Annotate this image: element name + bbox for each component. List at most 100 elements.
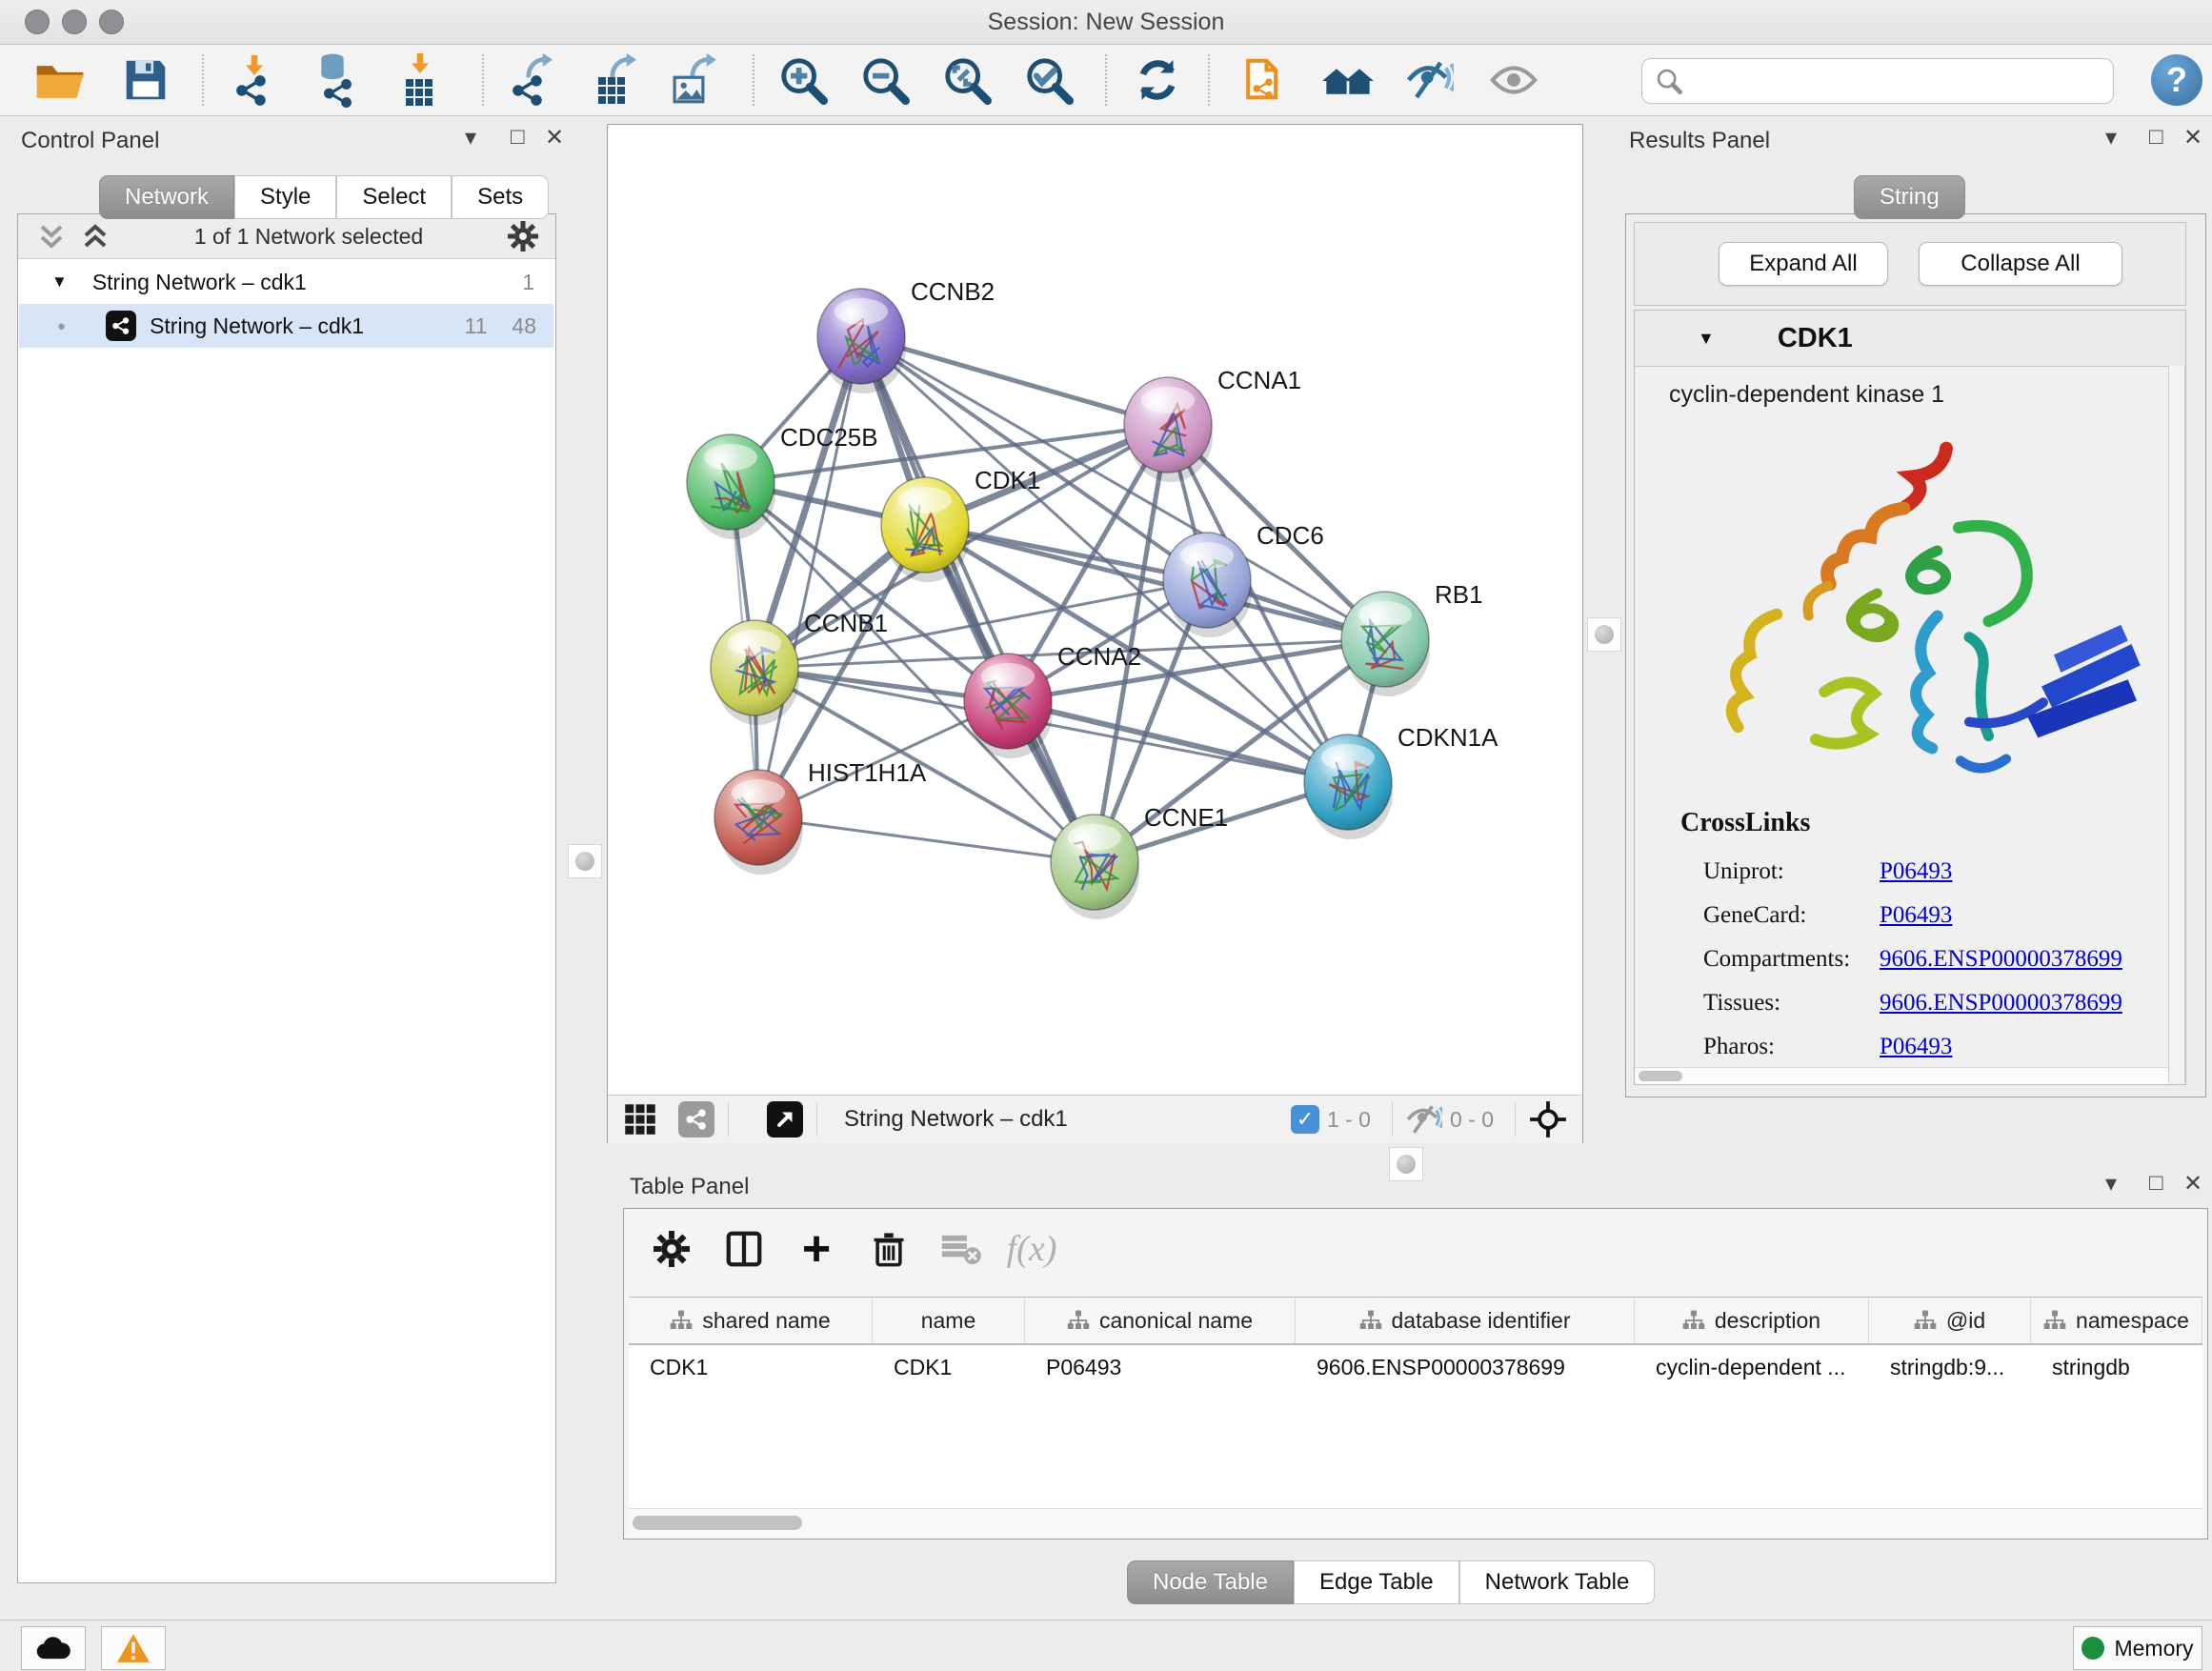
column-header-canonical-name[interactable]: canonical name <box>1025 1298 1296 1343</box>
network-node-hist1h1a[interactable]: HIST1H1A <box>714 758 927 875</box>
network-edge[interactable] <box>1008 701 1348 782</box>
table-cell[interactable]: cyclin-dependent ... <box>1635 1345 1869 1389</box>
collapse-all-chevrons-icon[interactable] <box>81 221 110 252</box>
tab-network[interactable]: Network <box>99 175 234 219</box>
zoom-in-button[interactable] <box>774 52 833 108</box>
gene-section-header[interactable]: ▼ CDK1 <box>1635 311 2185 367</box>
open-in-cytoscape-web-button[interactable] <box>1235 52 1294 108</box>
tab-edge-table[interactable]: Edge Table <box>1294 1560 1459 1604</box>
network-edge[interactable] <box>861 336 1168 425</box>
table-cell[interactable]: 9606.ENSP00000378699 <box>1296 1345 1635 1389</box>
panel-collapse-icon[interactable]: ▾ <box>465 124 476 151</box>
scrollbar-thumb[interactable] <box>1639 1071 1682 1081</box>
expand-all-button[interactable]: Expand All <box>1719 242 1888 286</box>
crosslink-compartments-link[interactable]: 9606.ENSP00000378699 <box>1880 946 2122 973</box>
network-options-gear-icon[interactable] <box>508 221 538 252</box>
table-cell[interactable]: stringdb:9... <box>1869 1345 2031 1389</box>
column-header--id[interactable]: @id <box>1869 1298 2031 1343</box>
save-session-button[interactable] <box>116 52 175 108</box>
hide-selected-button[interactable] <box>1400 52 1459 108</box>
network-node-cdkn1a[interactable]: CDKN1A <box>1304 723 1498 839</box>
network-edge[interactable] <box>758 817 1095 862</box>
scrollbar-thumb[interactable] <box>633 1516 802 1530</box>
network-node-ccne1[interactable]: CCNE1 <box>1051 803 1228 919</box>
zoom-selected-button[interactable] <box>1019 52 1078 108</box>
network-node-rb1[interactable]: RB1 <box>1341 580 1483 696</box>
warnings-button[interactable] <box>101 1626 166 1670</box>
network-canvas[interactable]: CCNB2CCNA1CDC25BCDK1CDC6RB1CCNB1CCNA2CDK… <box>608 125 1582 1095</box>
results-vertical-scrollbar[interactable] <box>2168 366 2185 1082</box>
panel-collapse-icon[interactable]: ▾ <box>2105 1170 2117 1198</box>
table-cell[interactable]: stringdb <box>2031 1345 2202 1389</box>
table-cell[interactable]: CDK1 <box>629 1345 873 1389</box>
tab-style[interactable]: Style <box>234 175 336 219</box>
network-edge[interactable] <box>758 336 861 817</box>
tab-node-table[interactable]: Node Table <box>1127 1560 1294 1604</box>
column-header-namespace[interactable]: namespace <box>2031 1298 2202 1343</box>
expand-all-chevrons-icon[interactable] <box>37 221 66 252</box>
first-neighbors-button[interactable] <box>1318 52 1377 108</box>
network-collection-row[interactable]: ▼ String Network – cdk1 1 <box>19 260 553 304</box>
delete-column-button[interactable] <box>862 1222 915 1276</box>
selected-checkbox-icon[interactable]: ✓ <box>1291 1105 1319 1134</box>
table-options-gear-button[interactable] <box>645 1222 698 1276</box>
memory-button[interactable]: Memory <box>2073 1626 2202 1670</box>
export-table-button[interactable] <box>587 52 646 108</box>
import-table-file-button[interactable] <box>392 52 452 108</box>
crosslink-pharos-link[interactable]: P06493 <box>1880 1034 1952 1060</box>
panel-close-icon[interactable]: ✕ <box>545 124 564 151</box>
panel-float-icon[interactable]: □ <box>2149 124 2163 151</box>
crosslink-genecard-link[interactable]: P06493 <box>1880 902 1952 929</box>
show-columns-button[interactable] <box>717 1222 771 1276</box>
open-view-icon[interactable] <box>767 1101 803 1137</box>
network-share-icon <box>322 77 354 110</box>
tab-network-table[interactable]: Network Table <box>1459 1560 1656 1604</box>
tab-string[interactable]: String <box>1854 175 1965 219</box>
cloud-status-button[interactable] <box>21 1626 86 1670</box>
refresh-button[interactable] <box>1128 52 1187 108</box>
table-horizontal-scrollbar[interactable] <box>629 1508 2202 1538</box>
zoom-fit-button[interactable] <box>937 52 996 108</box>
panel-collapse-icon[interactable]: ▾ <box>2105 124 2117 151</box>
hidden-eye-slash-icon[interactable] <box>1406 1104 1442 1135</box>
import-network-database-button[interactable] <box>307 52 366 108</box>
network-node-ccna1[interactable]: CCNA1 <box>1124 366 1301 482</box>
column-header-database-identifier[interactable]: database identifier <box>1296 1298 1635 1343</box>
left-splitter-handle[interactable] <box>568 844 602 878</box>
column-header-description[interactable]: description <box>1635 1298 1869 1343</box>
export-network-button[interactable] <box>505 52 564 108</box>
table-cell[interactable]: CDK1 <box>873 1345 1025 1389</box>
import-network-file-button[interactable] <box>227 52 286 108</box>
panel-close-icon[interactable]: ✕ <box>2183 1170 2202 1198</box>
column-header-name[interactable]: name <box>873 1298 1025 1343</box>
tab-sets[interactable]: Sets <box>452 175 549 219</box>
panel-float-icon[interactable]: □ <box>2149 1170 2163 1197</box>
crosslink-tissues-link[interactable]: 9606.ENSP00000378699 <box>1880 990 2122 1017</box>
string-badge-icon[interactable] <box>678 1101 714 1137</box>
function-builder-button[interactable]: f(x) <box>1005 1222 1058 1276</box>
crosslink-uniprot-link[interactable]: P06493 <box>1880 858 1952 885</box>
create-column-button[interactable]: + <box>790 1222 843 1276</box>
table-cell[interactable]: P06493 <box>1025 1345 1296 1389</box>
results-horizontal-scrollbar[interactable] <box>1635 1067 2168 1084</box>
right-splitter-handle[interactable] <box>1587 617 1621 652</box>
results-panel-title: Results Panel <box>1629 128 1770 154</box>
help-button[interactable]: ? <box>2151 54 2202 106</box>
section-expander-icon[interactable]: ▼ <box>1698 329 1715 349</box>
delete-table-button[interactable] <box>935 1222 988 1276</box>
network-row-selected[interactable]: ● String Network – cdk1 11 48 <box>19 304 553 348</box>
birds-eye-grid-icon[interactable] <box>623 1102 657 1137</box>
fit-crosshair-icon[interactable] <box>1529 1100 1567 1138</box>
tab-select[interactable]: Select <box>336 175 452 219</box>
tree-expander-icon[interactable]: ▼ <box>51 272 68 292</box>
export-image-button[interactable] <box>665 52 724 108</box>
column-header-shared-name[interactable]: shared name <box>629 1298 873 1343</box>
search-input[interactable] <box>1692 61 2113 101</box>
panel-close-icon[interactable]: ✕ <box>2183 124 2202 151</box>
table-row[interactable]: CDK1CDK1P064939606.ENSP00000378699cyclin… <box>629 1345 2202 1389</box>
zoom-out-button[interactable] <box>855 52 915 108</box>
show-all-button[interactable] <box>1484 52 1543 108</box>
open-session-button[interactable] <box>30 52 90 108</box>
panel-float-icon[interactable]: □ <box>511 124 525 151</box>
collapse-all-button[interactable]: Collapse All <box>1919 242 2122 286</box>
